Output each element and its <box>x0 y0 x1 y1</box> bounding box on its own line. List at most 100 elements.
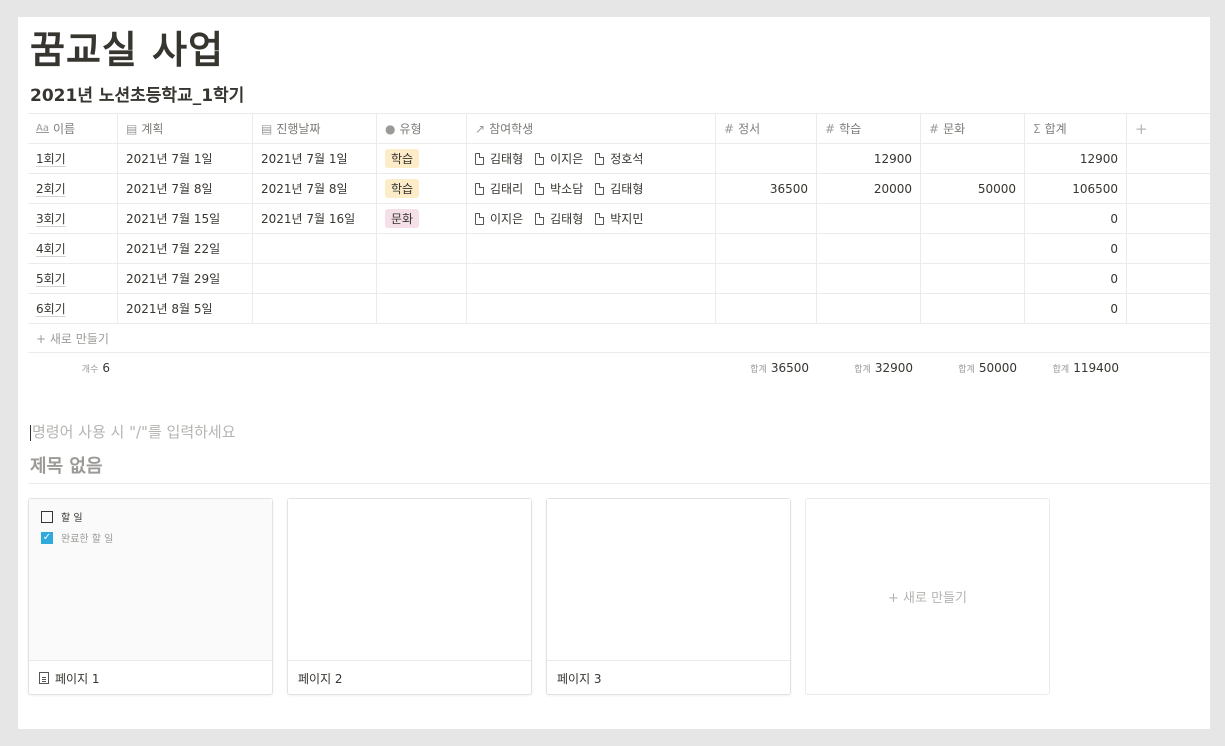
emotion-cell[interactable]: 36500 <box>716 174 817 203</box>
plan-cell[interactable]: 2021년 7월 22일 <box>118 234 253 263</box>
plan-cell[interactable]: 2021년 7월 1일 <box>118 144 253 173</box>
total-cell[interactable]: 0 <box>1025 234 1127 263</box>
column-header-students[interactable]: ↗ 참여학생 <box>467 114 716 143</box>
students-cell[interactable]: 김태형 이지은 정호석 <box>467 144 716 173</box>
emotion-cell[interactable] <box>716 144 817 173</box>
empty-cell[interactable] <box>1127 294 1210 323</box>
student-link[interactable]: 김태리 <box>475 180 523 197</box>
study-cell[interactable] <box>817 264 921 293</box>
column-header-type[interactable]: ● 유형 <box>377 114 467 143</box>
study-cell[interactable]: 20000 <box>817 174 921 203</box>
row-title[interactable]: 2회기 <box>36 180 66 197</box>
type-cell[interactable] <box>377 234 467 263</box>
name-cell[interactable]: 5회기 <box>28 264 118 293</box>
column-header-date[interactable]: ▤ 진행날짜 <box>253 114 377 143</box>
type-cell[interactable] <box>377 264 467 293</box>
culture-cell[interactable] <box>921 264 1025 293</box>
empty-cell[interactable] <box>1127 264 1210 293</box>
board-title[interactable]: 제목 없음 <box>30 452 103 478</box>
name-cell[interactable]: 2회기 <box>28 174 118 203</box>
editor-placeholder[interactable]: 명령어 사용 시 "/"를 입력하세요 <box>30 421 236 442</box>
column-header-plan[interactable]: ▤ 계획 <box>118 114 253 143</box>
column-header-name[interactable]: Aa 이름 <box>28 114 118 143</box>
board-card-1[interactable]: 할 일 ✓ 완료한 할 일 페이지 1 <box>28 498 273 695</box>
type-cell[interactable]: 학습 <box>377 174 467 203</box>
emotion-cell[interactable] <box>716 264 817 293</box>
date-cell[interactable] <box>253 234 377 263</box>
count-calc[interactable]: 개수 6 <box>28 361 118 375</box>
study-cell[interactable] <box>817 234 921 263</box>
total-cell[interactable]: 106500 <box>1025 174 1127 203</box>
emotion-cell[interactable] <box>716 234 817 263</box>
students-cell[interactable] <box>467 234 716 263</box>
total-cell[interactable]: 0 <box>1025 294 1127 323</box>
study-cell[interactable] <box>817 294 921 323</box>
student-link[interactable]: 이지은 <box>535 150 583 167</box>
board-card-2[interactable]: 페이지 2 <box>287 498 532 695</box>
date-cell[interactable]: 2021년 7월 8일 <box>253 174 377 203</box>
add-column-button[interactable]: + <box>1127 114 1210 143</box>
total-cell[interactable]: 12900 <box>1025 144 1127 173</box>
study-sum-calc[interactable]: 합계 32900 <box>817 361 921 375</box>
student-link[interactable]: 정호석 <box>595 150 643 167</box>
students-cell[interactable]: 김태리 박소담 김태형 <box>467 174 716 203</box>
culture-sum-calc[interactable]: 합계 50000 <box>921 361 1025 375</box>
empty-cell[interactable] <box>1127 174 1210 203</box>
column-header-total[interactable]: Σ 합계 <box>1025 114 1127 143</box>
student-link[interactable]: 박소담 <box>535 180 583 197</box>
empty-cell[interactable] <box>1127 204 1210 233</box>
culture-cell[interactable]: 50000 <box>921 174 1025 203</box>
row-title[interactable]: 4회기 <box>36 240 66 257</box>
students-cell[interactable] <box>467 294 716 323</box>
type-cell[interactable]: 문화 <box>377 204 467 233</box>
column-header-culture[interactable]: # 문화 <box>921 114 1025 143</box>
plan-cell[interactable]: 2021년 7월 15일 <box>118 204 253 233</box>
board-card-3[interactable]: 페이지 3 <box>546 498 791 695</box>
study-cell[interactable] <box>817 204 921 233</box>
emotion-sum-calc[interactable]: 합계 36500 <box>716 361 817 375</box>
new-row-button[interactable]: + 새로 만들기 <box>28 324 1210 353</box>
checkbox[interactable] <box>41 510 53 523</box>
database-title[interactable]: 2021년 노션초등학교_1학기 <box>30 81 244 106</box>
row-title[interactable]: 3회기 <box>36 210 66 227</box>
date-cell[interactable] <box>253 294 377 323</box>
students-cell[interactable]: 이지은 김태형 박지민 <box>467 204 716 233</box>
row-title[interactable]: 6회기 <box>36 300 66 317</box>
row-title[interactable]: 5회기 <box>36 270 66 287</box>
student-link[interactable]: 김태형 <box>475 150 523 167</box>
study-cell[interactable]: 12900 <box>817 144 921 173</box>
culture-cell[interactable] <box>921 234 1025 263</box>
row-title[interactable]: 1회기 <box>36 150 66 167</box>
emotion-cell[interactable] <box>716 294 817 323</box>
empty-cell[interactable] <box>1127 234 1210 263</box>
culture-cell[interactable] <box>921 144 1025 173</box>
plan-cell[interactable]: 2021년 7월 29일 <box>118 264 253 293</box>
name-cell[interactable]: 6회기 <box>28 294 118 323</box>
emotion-cell[interactable] <box>716 204 817 233</box>
plan-cell[interactable]: 2021년 8월 5일 <box>118 294 253 323</box>
date-cell[interactable]: 2021년 7월 16일 <box>253 204 377 233</box>
page-title[interactable]: 꿈교실 사업 <box>30 19 224 74</box>
name-cell[interactable]: 3회기 <box>28 204 118 233</box>
column-header-emotion[interactable]: # 정서 <box>716 114 817 143</box>
total-cell[interactable]: 0 <box>1025 204 1127 233</box>
students-cell[interactable] <box>467 264 716 293</box>
student-link[interactable]: 이지은 <box>475 210 523 227</box>
student-link[interactable]: 김태형 <box>535 210 583 227</box>
checkbox-checked[interactable]: ✓ <box>41 531 53 544</box>
total-cell[interactable]: 0 <box>1025 264 1127 293</box>
date-cell[interactable] <box>253 264 377 293</box>
culture-cell[interactable] <box>921 294 1025 323</box>
total-sum-calc[interactable]: 합계 119400 <box>1025 361 1127 375</box>
empty-cell[interactable] <box>1127 144 1210 173</box>
culture-cell[interactable] <box>921 204 1025 233</box>
column-header-study[interactable]: # 학습 <box>817 114 921 143</box>
student-link[interactable]: 박지민 <box>595 210 643 227</box>
name-cell[interactable]: 1회기 <box>28 144 118 173</box>
date-cell[interactable]: 2021년 7월 1일 <box>253 144 377 173</box>
type-cell[interactable] <box>377 294 467 323</box>
plan-cell[interactable]: 2021년 7월 8일 <box>118 174 253 203</box>
new-card-button[interactable]: + 새로 만들기 <box>805 498 1050 695</box>
student-link[interactable]: 김태형 <box>595 180 643 197</box>
type-cell[interactable]: 학습 <box>377 144 467 173</box>
